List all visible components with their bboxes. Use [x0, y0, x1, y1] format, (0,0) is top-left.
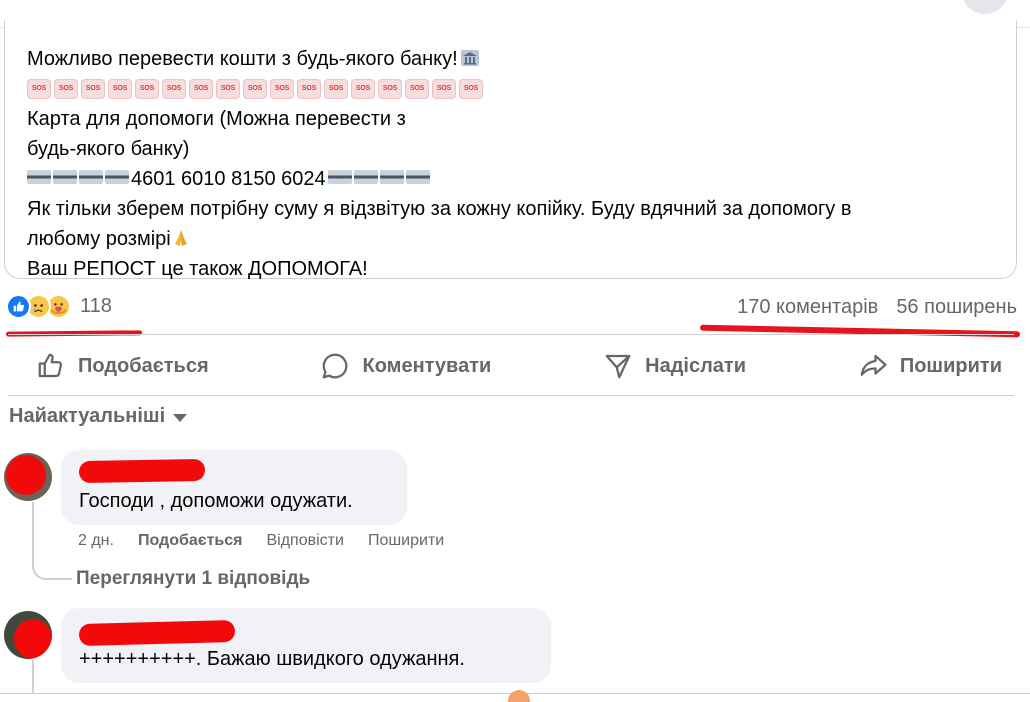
sos-icon: SOS	[405, 79, 429, 99]
sos-icon: SOS	[459, 79, 483, 99]
thread-connector	[32, 548, 72, 580]
avatar[interactable]	[4, 611, 52, 659]
sos-icon: SOS	[378, 79, 402, 99]
filter-label: Найактуальніші	[9, 405, 166, 427]
sos-icon: SOS	[54, 79, 78, 99]
redacted-author-name[interactable]	[78, 619, 236, 647]
comments-filter-dropdown[interactable]: Найактуальніші	[9, 405, 188, 428]
credit-card-icon	[353, 170, 378, 184]
top-button[interactable]	[962, 0, 1008, 14]
share-button[interactable]: Поширити	[858, 351, 1002, 381]
like-label: Подобається	[78, 354, 209, 377]
avatar[interactable]	[4, 453, 52, 501]
post-line-5: Як тільки зберем потрібну суму я відзвіт…	[27, 198, 852, 220]
divider-top	[8, 334, 1014, 335]
sos-icon: SOS	[351, 79, 375, 99]
comment-time: 2 дн.	[78, 532, 114, 549]
redaction-blot	[6, 455, 46, 495]
credit-card-icon	[379, 170, 404, 184]
share-label: Поширити	[899, 354, 1002, 377]
view-replies-link[interactable]: Переглянути 1 відповідь	[76, 568, 310, 590]
card-number: 4601 6010 8150 6024	[131, 168, 326, 190]
post-line-card: 4601 6010 8150 6024	[27, 164, 1007, 194]
partial-avatar	[508, 690, 530, 702]
thread-line	[32, 502, 34, 550]
sos-icon: SOS	[243, 79, 267, 99]
divider-bottom	[8, 395, 1014, 396]
sos-emoji-row: SOS SOS SOS SOS SOS SOS SOS SOS SOS SOS SOS SOS SOS S…	[27, 74, 1007, 104]
send-icon	[605, 354, 631, 379]
comment-text: ++++++++++. Бажаю швидкого одужання.	[79, 648, 465, 670]
post-line-1: Можливо перевести кошти з будь-якого бан…	[27, 44, 1007, 74]
sos-icon: SOS	[432, 79, 456, 99]
share-arrow-icon	[860, 354, 887, 376]
comments-count-link[interactable]: 170 коментарів	[737, 296, 878, 319]
sos-icon: SOS	[189, 79, 213, 99]
post-line-text: любому розмірі	[27, 228, 171, 250]
like-button[interactable]: Подобається	[36, 351, 209, 381]
redacted-author-name[interactable]	[78, 458, 206, 484]
post-card: Можливо перевести кошти з будь-якого бан…	[4, 20, 1017, 280]
credit-card-icon	[79, 170, 103, 184]
reaction-count[interactable]: 118	[80, 295, 112, 318]
sos-icon: SOS	[108, 79, 132, 99]
post-line-7: Ваш РЕПОСТ це також ДОПОМОГА!	[27, 258, 368, 280]
sos-icon: SOS	[324, 79, 348, 99]
engagement-counts: 170 коментарів 56 поширень	[737, 296, 1017, 319]
like-reaction-icon	[6, 294, 31, 319]
credit-card-icon	[53, 170, 77, 184]
sos-icon: SOS	[216, 79, 240, 99]
comment-share-button[interactable]: Поширити	[368, 532, 444, 550]
thumbs-up-icon	[38, 353, 63, 378]
credit-card-icon	[105, 170, 129, 184]
sos-icon: SOS	[81, 79, 105, 99]
post-line-text: Можливо перевести кошти з будь-якого бан…	[27, 48, 458, 70]
comment-bubble: Господи , допоможи одужати.	[61, 450, 407, 525]
credit-card-icon	[27, 170, 51, 184]
send-button[interactable]: Надіслати	[603, 351, 746, 381]
comment-like-button[interactable]: Подобається	[138, 532, 243, 550]
sos-icon: SOS	[27, 79, 51, 99]
comment-bubble: ++++++++++. Бажаю швидкого одужання.	[61, 608, 551, 683]
post-text: Можливо перевести кошти з будь-якого бан…	[27, 44, 1007, 284]
reactions-summary[interactable]: 118	[6, 294, 112, 319]
folded-hands-icon	[171, 227, 191, 247]
comment-label: Коментувати	[362, 354, 492, 377]
shares-count-link[interactable]: 56 поширень	[896, 296, 1017, 319]
redaction-blot	[14, 619, 52, 659]
comment-meta: 2 дн. Подобається Відповісти Поширити	[78, 532, 444, 550]
sos-icon: SOS	[162, 79, 186, 99]
credit-card-icon	[327, 170, 352, 184]
sos-icon: SOS	[297, 79, 321, 99]
comment-reply-button[interactable]: Відповісти	[266, 532, 343, 550]
red-underline-counts	[699, 324, 1021, 338]
sos-icon: SOS	[270, 79, 294, 99]
credit-card-icon	[405, 170, 430, 184]
speech-bubble-icon	[323, 353, 348, 379]
caret-down-icon	[173, 414, 188, 422]
post-line-6: любому розмірі	[27, 224, 1007, 254]
post-line-2: Карта для допомоги (Можна перевести з	[27, 108, 406, 130]
post-line-3: будь-якого банку)	[27, 138, 190, 160]
comment-button[interactable]: Коментувати	[320, 351, 491, 381]
thread-line	[32, 660, 34, 694]
bank-icon	[460, 47, 480, 67]
sos-icon: SOS	[135, 79, 159, 99]
comment-text: Господи , допоможи одужати.	[79, 490, 353, 512]
send-label: Надіслати	[645, 354, 746, 377]
post-actions-bar: Подобається Коментувати Надіслати Пошири…	[8, 340, 1014, 392]
